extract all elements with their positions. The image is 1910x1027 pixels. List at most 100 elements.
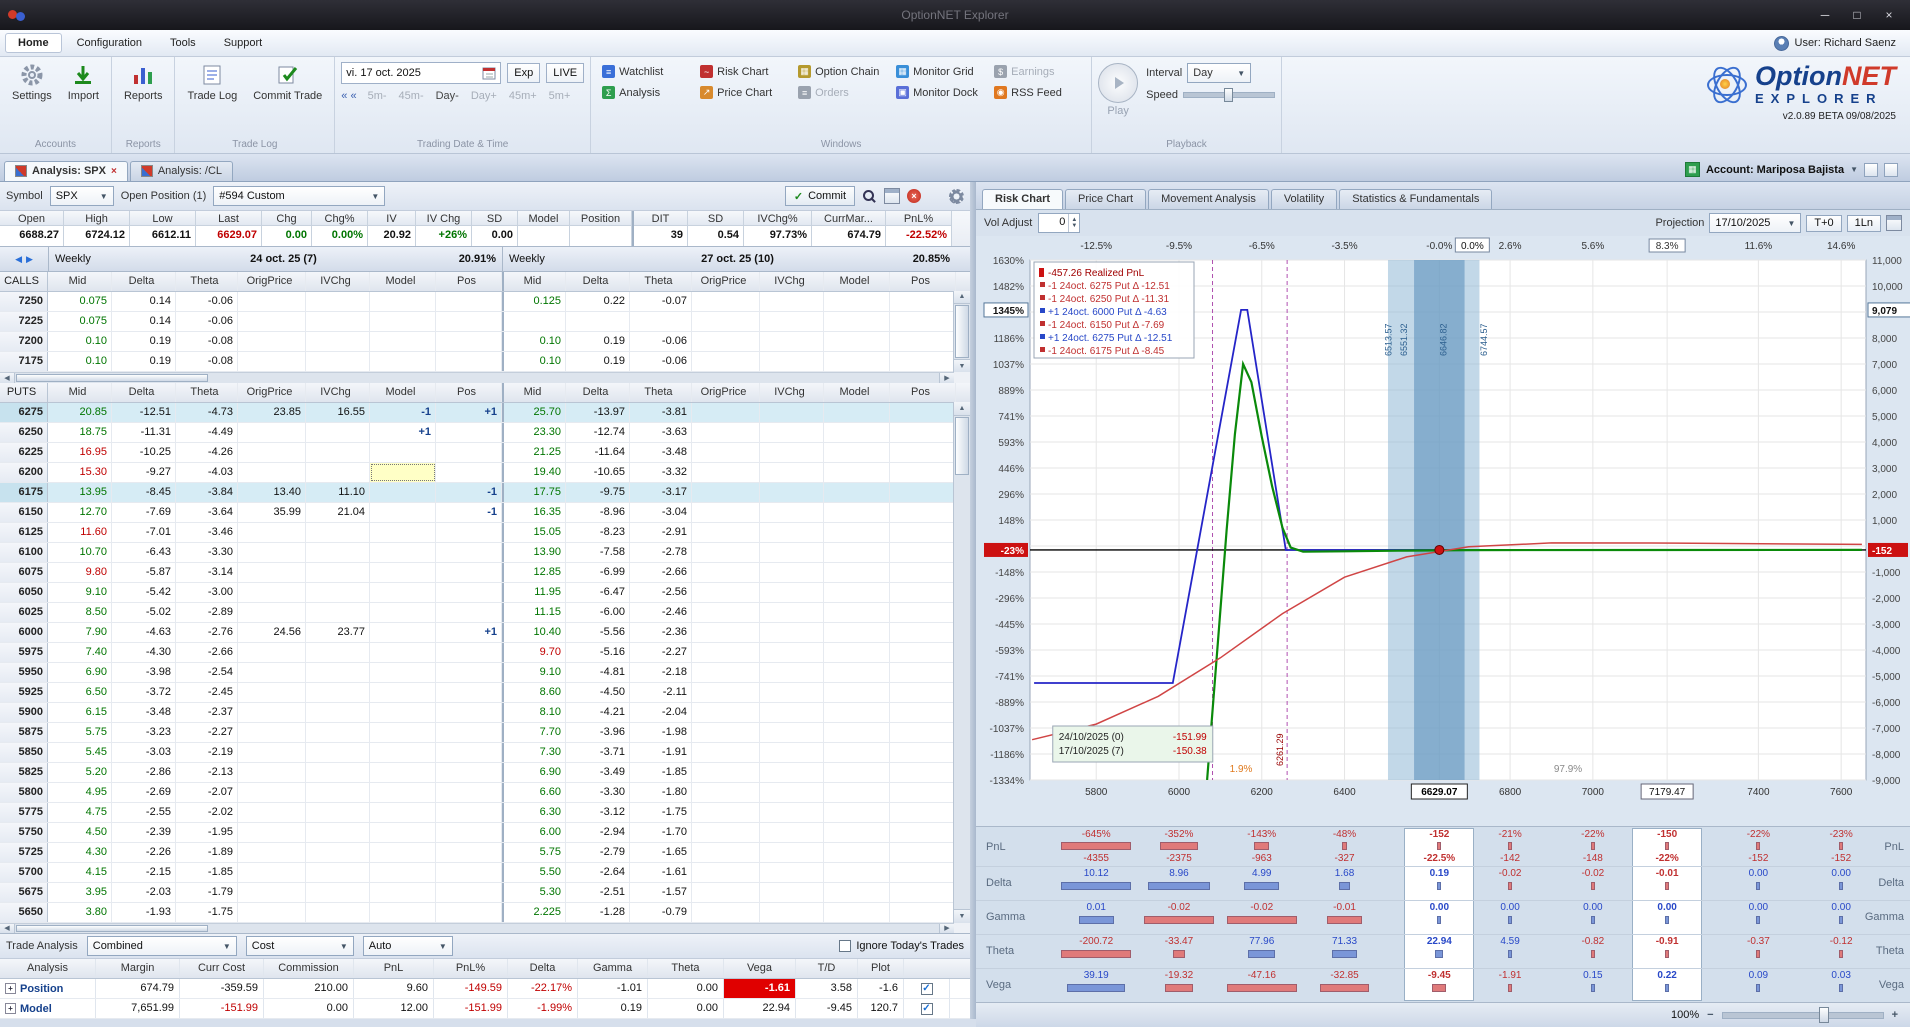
chain-cell[interactable] xyxy=(824,502,890,522)
chain-cell[interactable] xyxy=(824,622,890,642)
maximize-button[interactable]: □ xyxy=(1842,5,1872,25)
chain-cell[interactable]: -2.66 xyxy=(176,642,238,662)
strike-cell[interactable]: 6200 xyxy=(0,462,48,482)
chain-cell[interactable]: -3.32 xyxy=(630,462,692,482)
chain-cell[interactable] xyxy=(306,782,370,802)
chain-cell[interactable] xyxy=(890,762,956,782)
chain-cell[interactable] xyxy=(436,822,502,842)
tab-analysis-spx[interactable]: Analysis: SPX × xyxy=(4,161,128,181)
chain-cell[interactable] xyxy=(760,862,824,882)
chain-cell[interactable] xyxy=(824,542,890,562)
chain-cell[interactable] xyxy=(824,332,890,351)
tab-price-chart[interactable]: Price Chart xyxy=(1065,189,1147,209)
window-button-watchlist[interactable]: ≡ Watchlist xyxy=(597,63,693,80)
chain-cell[interactable]: 0.10 xyxy=(48,352,112,371)
scroll-left-icon[interactable]: ◀ xyxy=(0,923,15,933)
chain-cell[interactable]: -2.07 xyxy=(176,782,238,802)
chain-cell[interactable] xyxy=(890,462,956,482)
chain-cell[interactable]: 10.40 xyxy=(502,622,566,642)
chain-cell[interactable]: 6.30 xyxy=(502,802,566,822)
chain-cell[interactable] xyxy=(436,462,502,482)
expander-icon[interactable]: + xyxy=(5,1003,16,1014)
chain-cell[interactable]: 13.90 xyxy=(502,542,566,562)
chain-cell[interactable]: -1.75 xyxy=(630,802,692,822)
chain-cell[interactable] xyxy=(890,332,956,351)
chain-cell[interactable]: -2.94 xyxy=(566,822,630,842)
chain-cell[interactable]: -2.03 xyxy=(112,882,176,902)
chain-cell[interactable]: -3.17 xyxy=(630,482,692,502)
chain-cell[interactable]: 12.85 xyxy=(502,562,566,582)
chain-cell[interactable] xyxy=(370,642,436,662)
chain-cell[interactable]: -2.27 xyxy=(630,642,692,662)
trade-log-button[interactable]: Trade Log xyxy=(181,59,243,106)
strike-cell[interactable]: 5975 xyxy=(0,642,48,662)
chain-cell[interactable]: 3.80 xyxy=(48,902,112,922)
window-button-analysis[interactable]: Σ Analysis xyxy=(597,84,693,101)
chain-cell[interactable] xyxy=(692,502,760,522)
chain-cell[interactable] xyxy=(436,542,502,562)
column-header-delta[interactable]: Delta xyxy=(112,382,176,402)
chain-cell[interactable] xyxy=(436,742,502,762)
chain-cell[interactable] xyxy=(370,882,436,902)
strike-cell[interactable]: 6175 xyxy=(0,482,48,502)
chain-cell[interactable] xyxy=(370,802,436,822)
chain-cell[interactable]: -2.37 xyxy=(176,702,238,722)
chain-cell[interactable] xyxy=(824,882,890,902)
chain-cell[interactable]: -4.26 xyxy=(176,442,238,462)
menu-tools[interactable]: Tools xyxy=(157,33,209,53)
window-button-risk-chart[interactable]: ~ Risk Chart xyxy=(695,63,791,80)
chain-cell[interactable]: -3.49 xyxy=(566,762,630,782)
chain-cell[interactable] xyxy=(436,722,502,742)
calls-hscrollbar[interactable]: ◀ ▶ xyxy=(0,372,954,383)
chain-cell[interactable] xyxy=(436,562,502,582)
chain-cell[interactable]: -2.02 xyxy=(176,802,238,822)
ta-column-td[interactable]: T/D xyxy=(796,959,858,978)
chain-cell[interactable] xyxy=(890,902,956,922)
chain-cell[interactable] xyxy=(692,292,760,311)
chain-cell[interactable]: -1.85 xyxy=(176,862,238,882)
chain-cell[interactable] xyxy=(760,462,824,482)
chain-cell[interactable]: 0.075 xyxy=(48,292,112,311)
chain-cell[interactable]: +1 xyxy=(370,422,436,442)
chain-cell[interactable]: -3.04 xyxy=(630,502,692,522)
chain-cell[interactable] xyxy=(306,292,370,311)
risk-chart[interactable]: 6513.57 6551.32 6646.82 6744.57 -457.26 Real… xyxy=(976,236,1910,826)
strike-cell[interactable]: 5950 xyxy=(0,662,48,682)
chain-cell[interactable] xyxy=(824,312,890,331)
chain-cell[interactable]: -2.66 xyxy=(630,562,692,582)
chain-cell[interactable] xyxy=(890,642,956,662)
column-header-mid[interactable]: Mid xyxy=(48,382,112,402)
chain-cell[interactable] xyxy=(760,502,824,522)
chain-cell[interactable]: -5.16 xyxy=(566,642,630,662)
chain-cell[interactable] xyxy=(890,742,956,762)
chain-cell[interactable]: -3.64 xyxy=(176,502,238,522)
strike-cell[interactable]: 7175 xyxy=(0,352,48,371)
strike-cell[interactable]: 6050 xyxy=(0,582,48,602)
strategy-select[interactable]: #594 Custom ▼ xyxy=(213,186,386,206)
chain-cell[interactable] xyxy=(238,582,306,602)
chain-cell[interactable] xyxy=(630,312,692,331)
strike-cell[interactable]: 6250 xyxy=(0,422,48,442)
chain-cell[interactable] xyxy=(436,842,502,862)
live-button[interactable]: LIVE xyxy=(546,63,585,83)
chain-cell[interactable]: -2.76 xyxy=(176,622,238,642)
chain-cell[interactable] xyxy=(436,332,502,351)
chain-cell[interactable]: 4.15 xyxy=(48,862,112,882)
chain-cell[interactable] xyxy=(306,442,370,462)
chain-cell[interactable] xyxy=(824,822,890,842)
chain-vscrollbar[interactable]: ▲ ▼ xyxy=(953,291,970,372)
chain-cell[interactable] xyxy=(436,522,502,542)
chain-cell[interactable] xyxy=(370,482,436,502)
chain-cell[interactable]: -9.75 xyxy=(566,482,630,502)
column-header-ivchg[interactable]: IVChg xyxy=(306,382,370,402)
chain-cell[interactable] xyxy=(824,842,890,862)
column-header-ivchg[interactable]: IVChg xyxy=(760,272,824,291)
reports-button[interactable]: Reports xyxy=(118,59,169,106)
chain-cell[interactable] xyxy=(238,542,306,562)
chain-cell[interactable] xyxy=(890,422,956,442)
puts-hscrollbar[interactable]: ◀ ▶ xyxy=(0,922,954,933)
chain-cell[interactable] xyxy=(824,862,890,882)
chain-cell[interactable]: -11.64 xyxy=(566,442,630,462)
column-header-pos[interactable]: Pos xyxy=(436,382,502,402)
chain-cell[interactable]: 0.19 xyxy=(112,332,176,351)
